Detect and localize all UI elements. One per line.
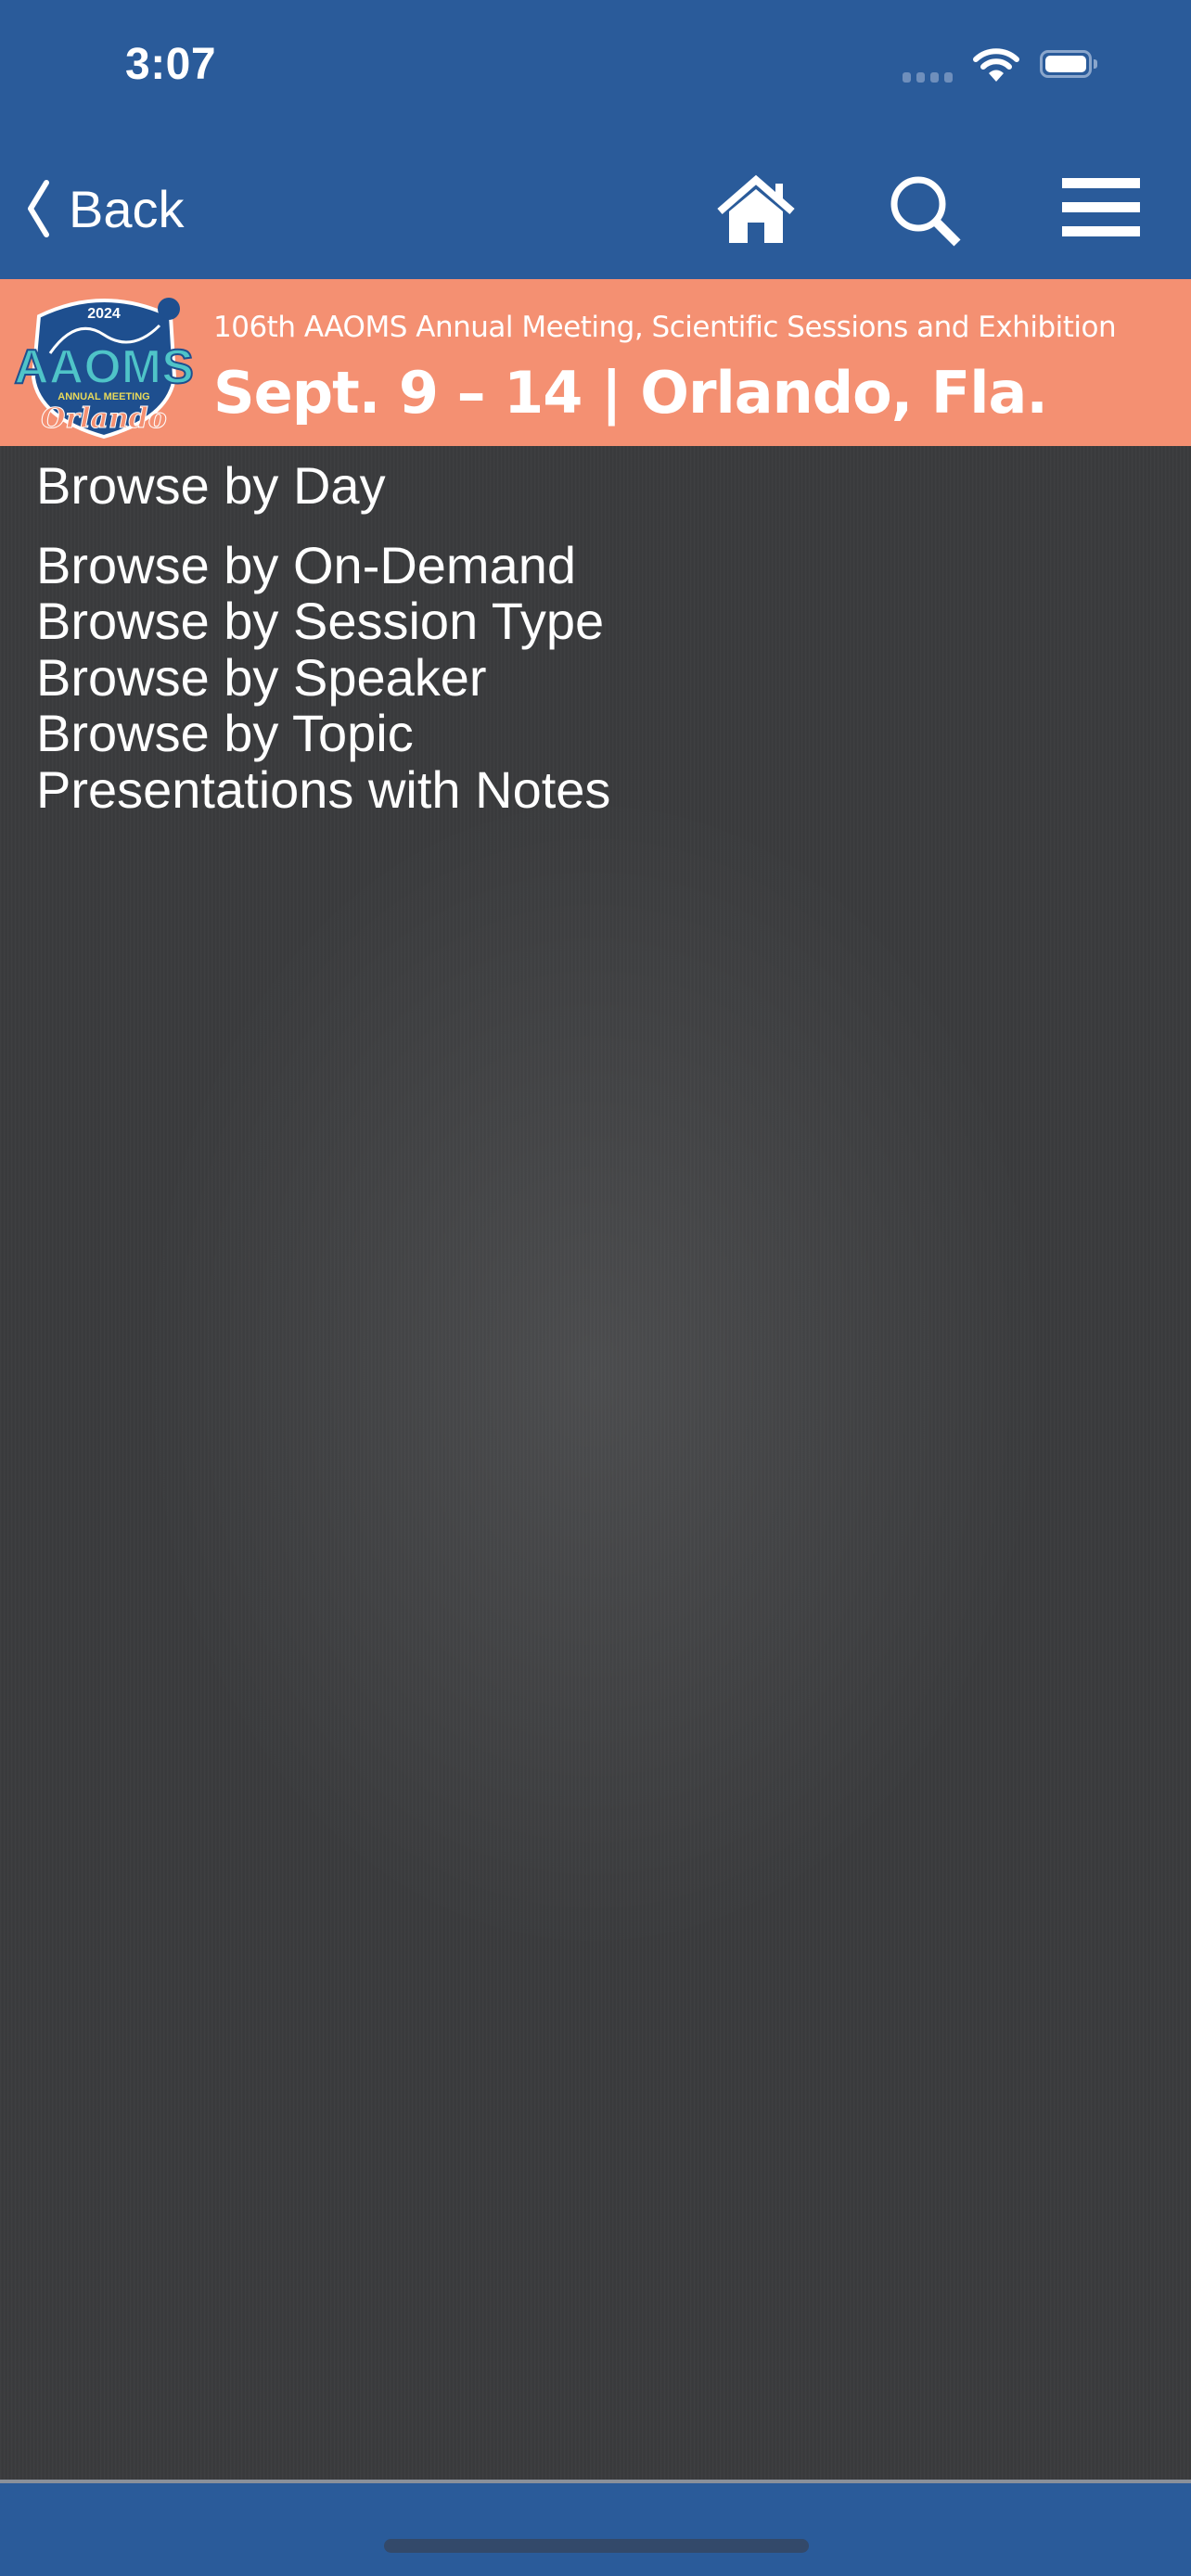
logo-name: AAOMS bbox=[14, 340, 194, 394]
back-label: Back bbox=[69, 179, 185, 238]
battery-cap bbox=[1094, 59, 1097, 69]
search-icon[interactable] bbox=[889, 174, 965, 250]
hamburger-menu-icon[interactable] bbox=[1062, 178, 1140, 239]
content-area: Browse by Day Browse by On-Demand Browse… bbox=[0, 446, 1191, 2480]
wifi-icon bbox=[973, 48, 1019, 82]
status-time: 3:07 bbox=[125, 40, 217, 89]
battery-icon bbox=[1040, 50, 1092, 78]
logo-tagline: ANNUAL MEETING bbox=[58, 391, 149, 402]
event-banner: 2024 AAOMS ANNUAL MEETING Orlando 106th … bbox=[0, 279, 1191, 446]
logo-year: 2024 bbox=[87, 306, 121, 322]
browse-menu-list: Browse by Day Browse by On-Demand Browse… bbox=[0, 446, 1191, 848]
menu-item-presentations-with-notes[interactable]: Presentations with Notes bbox=[0, 750, 1191, 849]
banner-title: Sept. 9 – 14 | Orlando, Fla. bbox=[213, 359, 1048, 427]
navigation-bar: Back bbox=[0, 139, 1191, 279]
back-chevron-icon bbox=[28, 180, 49, 237]
cellular-signal-icon bbox=[903, 72, 953, 83]
logo-city: Orlando bbox=[41, 402, 167, 435]
banner-subtitle: 106th AAOMS Annual Meeting, Scientific S… bbox=[213, 311, 1117, 344]
back-button[interactable]: Back bbox=[26, 176, 185, 241]
aaoms-logo: 2024 AAOMS ANNUAL MEETING Orlando bbox=[13, 298, 195, 439]
status-bar: 3:07 bbox=[0, 0, 1191, 139]
home-indicator[interactable] bbox=[384, 2539, 809, 2553]
bottom-bar bbox=[0, 2483, 1191, 2576]
home-icon[interactable] bbox=[716, 174, 796, 245]
